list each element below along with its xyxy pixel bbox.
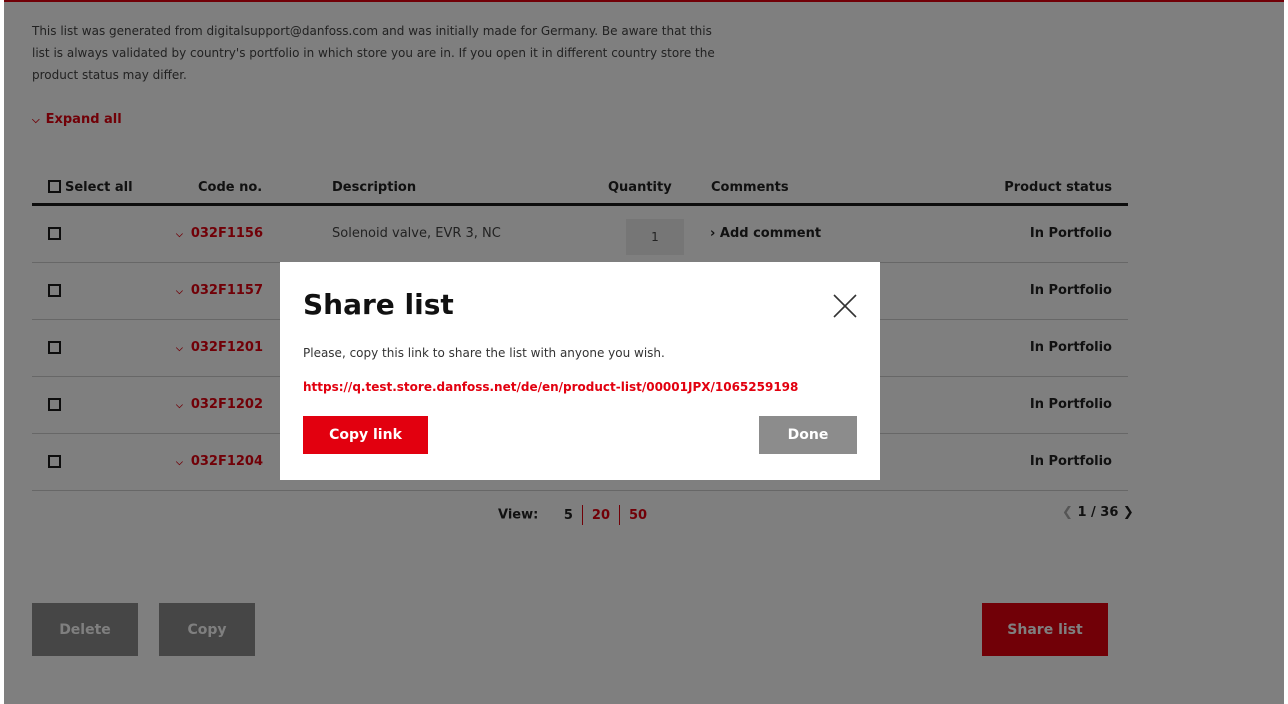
overlay-edge-right [1284,0,1288,704]
share-list-dialog: Share list Please, copy this link to sha… [280,262,880,480]
dialog-message: Please, copy this link to share the list… [303,346,665,360]
copy-link-button[interactable]: Copy link [303,416,428,454]
close-icon[interactable] [829,290,861,322]
dialog-title: Share list [303,288,454,321]
overlay-edge-left [0,0,4,704]
share-link[interactable]: https://q.test.store.danfoss.net/de/en/p… [303,380,798,394]
done-button[interactable]: Done [759,416,857,454]
